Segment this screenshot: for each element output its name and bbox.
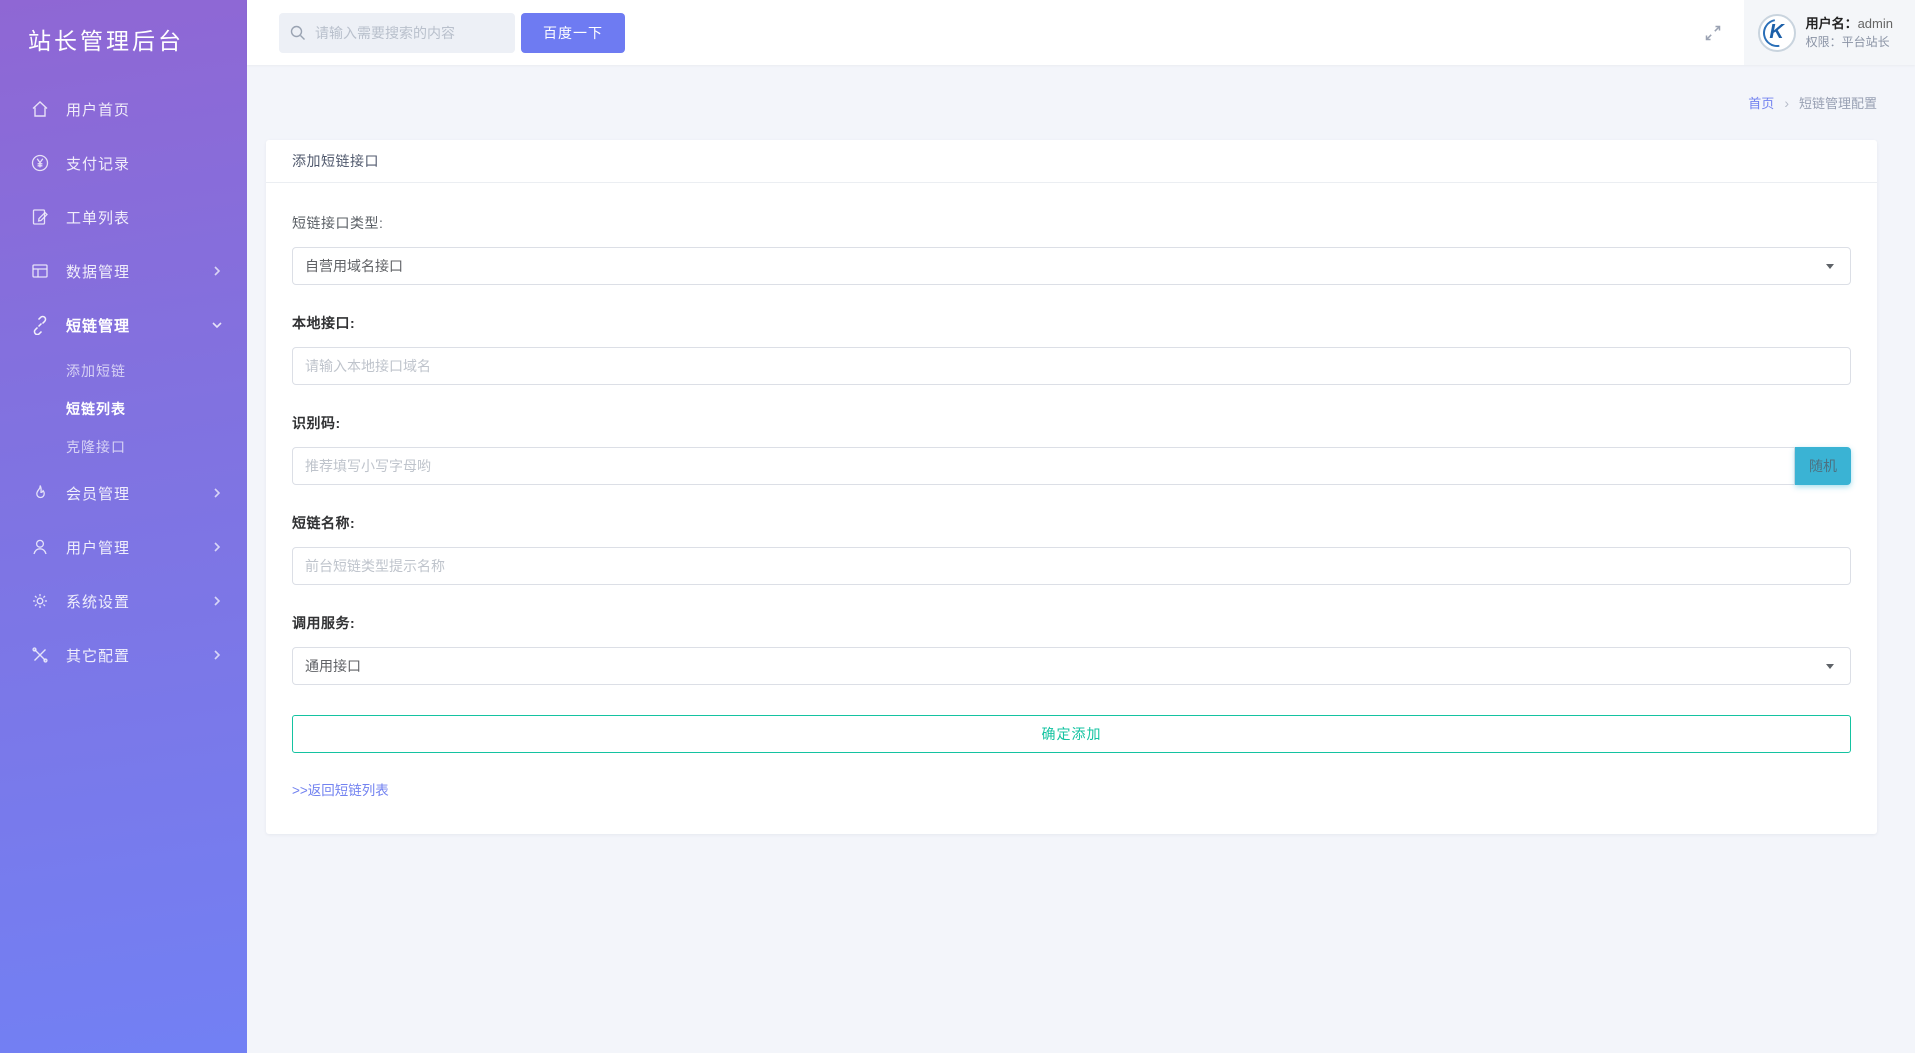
home-icon (30, 99, 50, 119)
user-role-line: 权限：平台站长 (1806, 33, 1893, 51)
api-type-select[interactable]: 自营用域名接口 (292, 247, 1851, 285)
sidebar-item-users[interactable]: 用户管理 (0, 520, 247, 574)
content-area: 首页 › 短链管理配置 添加短链接口 短链接口类型: 自营用域名接口 本地接口:… (247, 65, 1915, 1053)
sidebar-item-label: 系统设置 (66, 593, 131, 611)
yen-circle-icon (30, 153, 50, 173)
breadcrumb-separator: › (1784, 94, 1789, 111)
sidebar: 站长管理后台 用户首页 支付记录 工单列表 数据管理 短链管理 添加短链 短链列… (0, 0, 247, 1053)
search-box[interactable] (279, 12, 515, 53)
service-selected-value: 通用接口 (305, 658, 361, 674)
search-button[interactable]: 百度一下 (521, 12, 625, 53)
user-info: 用户名：admin 权限：平台站长 (1806, 14, 1893, 52)
select-caret-icon (1826, 263, 1834, 269)
fullscreen-button[interactable] (1688, 0, 1738, 65)
tools-icon (30, 645, 50, 665)
subitem-label: 克隆接口 (66, 439, 126, 455)
field-label-local-api: 本地接口: (292, 315, 356, 331)
search-icon (290, 25, 305, 40)
chevron-right-icon (214, 542, 221, 552)
confirm-add-button[interactable]: 确定添加 (292, 715, 1851, 753)
link-icon (30, 315, 50, 335)
user-name-value: admin (1857, 15, 1893, 31)
subitem-label: 添加短链 (66, 363, 126, 379)
shortlink-submenu: 添加短链 短链列表 克隆接口 (0, 352, 247, 466)
topbar: 百度一下 K 用户名：admin 权限：平台站长 (247, 0, 1915, 65)
api-type-selected-value: 自营用域名接口 (305, 258, 403, 274)
user-menu[interactable]: K 用户名：admin 权限：平台站长 (1743, 0, 1915, 65)
panel-title: 添加短链接口 (266, 140, 1877, 183)
select-caret-icon (1826, 663, 1834, 669)
sidebar-item-label: 会员管理 (66, 485, 131, 503)
add-shortlink-panel: 添加短链接口 短链接口类型: 自营用域名接口 本地接口: 识别码: (266, 140, 1877, 834)
avatar: K (1757, 13, 1796, 52)
subitem-label: 短链列表 (66, 401, 126, 417)
fullscreen-icon (1705, 25, 1720, 40)
search-input[interactable] (315, 24, 505, 41)
id-code-field (292, 447, 1795, 485)
random-button[interactable]: 随机 (1795, 447, 1851, 485)
sidebar-item-other-config[interactable]: 其它配置 (0, 628, 247, 682)
sidebar-subitem-clone-api[interactable]: 克隆接口 (0, 428, 247, 466)
breadcrumb: 首页 › 短链管理配置 (266, 65, 1877, 140)
sidebar-item-label: 短链管理 (66, 317, 131, 335)
sidebar-item-label: 数据管理 (66, 263, 131, 281)
sidebar-item-payments[interactable]: 支付记录 (0, 136, 247, 190)
local-api-input[interactable] (305, 358, 1838, 374)
sidebar-item-label: 用户管理 (66, 539, 131, 557)
shortlink-name-input[interactable] (305, 558, 1838, 574)
work-order-icon (30, 207, 50, 227)
user-role-value: 平台站长 (1841, 35, 1890, 50)
field-label-id-code: 识别码: (292, 415, 341, 431)
main-column: 百度一下 K 用户名：admin 权限：平台站长 首页 › 短链管理配置 (247, 0, 1915, 1053)
sidebar-item-shortlinks[interactable]: 短链管理 (0, 298, 247, 352)
local-api-field (292, 347, 1851, 385)
avatar-letter: K (1769, 21, 1784, 43)
app-title: 站长管理后台 (28, 28, 184, 54)
user-icon (30, 537, 50, 557)
sidebar-item-workorders[interactable]: 工单列表 (0, 190, 247, 244)
sidebar-subitem-shortlink-list[interactable]: 短链列表 (0, 390, 247, 428)
sidebar-item-label: 用户首页 (66, 101, 131, 119)
id-code-input[interactable] (305, 458, 1782, 474)
chevron-down-icon (212, 322, 222, 329)
flame-icon (30, 483, 50, 503)
chevron-right-icon (214, 266, 221, 276)
sidebar-item-label: 其它配置 (66, 647, 131, 665)
sidebar-subitem-add-shortlink[interactable]: 添加短链 (0, 352, 247, 390)
shortlink-name-field (292, 547, 1851, 585)
topbar-right: K 用户名：admin 权限：平台站长 (1688, 0, 1915, 65)
sidebar-item-members[interactable]: 会员管理 (0, 466, 247, 520)
user-name-line: 用户名：admin (1806, 14, 1893, 34)
field-label-service: 调用服务: (292, 615, 356, 631)
sidebar-item-data[interactable]: 数据管理 (0, 244, 247, 298)
search-bar: 百度一下 (279, 12, 625, 53)
id-code-group: 随机 (292, 447, 1851, 485)
chevron-right-icon (214, 650, 221, 660)
sidebar-item-settings[interactable]: 系统设置 (0, 574, 247, 628)
field-label-shortlink-name: 短链名称: (292, 515, 356, 531)
back-to-list-link[interactable]: >>返回短链列表 (292, 779, 389, 799)
panel-body: 短链接口类型: 自营用域名接口 本地接口: 识别码: 随机 (266, 183, 1877, 834)
sidebar-item-label: 工单列表 (66, 209, 131, 227)
chevron-right-icon (214, 488, 221, 498)
service-select[interactable]: 通用接口 (292, 647, 1851, 685)
user-name-label: 用户名： (1805, 15, 1858, 31)
sidebar-nav: 用户首页 支付记录 工单列表 数据管理 短链管理 添加短链 短链列表 克隆接口 … (0, 82, 247, 682)
user-role-label: 权限： (1805, 35, 1842, 50)
breadcrumb-current: 短链管理配置 (1798, 96, 1877, 111)
chevron-right-icon (214, 596, 221, 606)
sidebar-item-label: 支付记录 (66, 155, 131, 173)
data-table-icon (30, 261, 50, 281)
field-label-api-type: 短链接口类型: (292, 215, 384, 231)
breadcrumb-home-link[interactable]: 首页 (1748, 93, 1774, 112)
sidebar-item-home[interactable]: 用户首页 (0, 82, 247, 136)
gear-icon (30, 591, 50, 611)
